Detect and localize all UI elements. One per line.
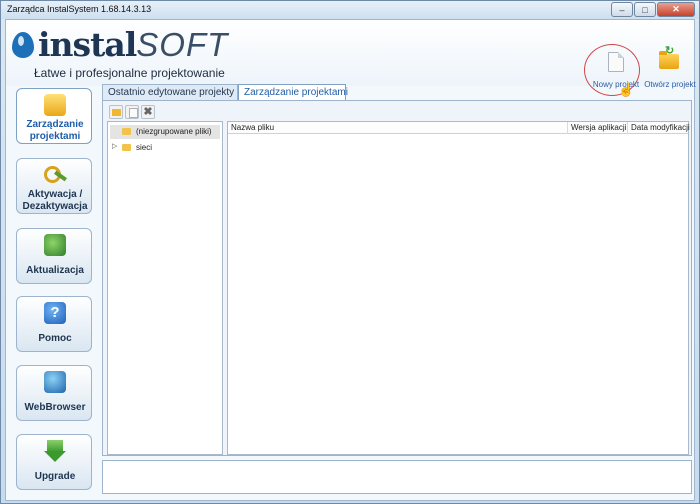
column-header-modified-date[interactable]: Data modyfikacji [628, 122, 690, 134]
tree-item-label: sieci [136, 143, 153, 152]
tree-toolbar: ✖ [109, 105, 157, 119]
folder-tree[interactable]: (niezgrupowane pliki) ▷ sieci [107, 121, 223, 455]
maximize-button[interactable]: □ [634, 2, 656, 17]
folder-icon [122, 128, 131, 135]
info-panel [102, 460, 692, 494]
tree-item-ungrouped[interactable]: (niezgrupowane pliki) [110, 125, 220, 139]
sidebar-item-label: Aktualizacja [26, 265, 84, 276]
tree-item-label: (niezgrupowane pliki) [136, 127, 212, 136]
logo-instal-text: instal [38, 25, 137, 64]
open-project-label: Otwórz projekt [644, 80, 696, 89]
new-folder-icon[interactable] [109, 105, 123, 119]
key-icon [44, 164, 66, 186]
window-title: Zarządca InstalSystem 1.68.14.3.13 [7, 4, 152, 14]
water-drop-icon [12, 32, 34, 58]
new-document-icon [608, 52, 624, 72]
app-window: Zarządca InstalSystem 1.68.14.3.13 – □ ✕… [0, 0, 700, 504]
open-project-button[interactable]: Otwórz projekt [638, 44, 700, 92]
copy-icon[interactable] [125, 105, 139, 119]
sidebar-item-label: Zarządzanie [26, 119, 84, 130]
column-header-filename[interactable]: Nazwa pliku [228, 122, 568, 134]
sidebar-item-activation[interactable]: Aktywacja / Dezaktywacja [16, 158, 92, 214]
file-list[interactable]: Nazwa pliku Wersja aplikacji Data modyfi… [227, 121, 690, 455]
update-icon [44, 234, 66, 256]
minimize-button[interactable]: – [611, 2, 633, 17]
tree-item-sieci[interactable]: ▷ sieci [108, 141, 218, 155]
expand-arrow-icon[interactable]: ▷ [112, 142, 117, 150]
sidebar-item-label: Upgrade [34, 471, 76, 482]
project-management-panel: ✖ (niezgrupowane pliki) ▷ sieci Nazwa pl… [102, 100, 692, 456]
globe-icon [44, 371, 66, 393]
sidebar-item-label: Pomoc [38, 333, 72, 344]
file-list-header: Nazwa pliku Wersja aplikacji Data modyfi… [228, 122, 690, 134]
delete-icon[interactable]: ✖ [141, 105, 155, 119]
help-icon: ? [44, 302, 66, 324]
close-button[interactable]: ✕ [657, 2, 695, 17]
main-client-area: instalSOFT Łatwe i profesjonalne projekt… [5, 19, 696, 501]
folder-icon [122, 144, 131, 151]
open-folder-icon [659, 44, 679, 69]
window-controls: – □ ✕ [610, 2, 695, 17]
sidebar-item-upgrade[interactable]: Upgrade [16, 434, 92, 490]
logo-soft-text: SOFT [136, 26, 229, 63]
tab-project-management[interactable]: Zarządzanie projektami [238, 84, 348, 100]
tab-recent-projects[interactable]: Ostatnio edytowane projekty [102, 84, 238, 100]
sidebar-item-label: Dezaktywacja [22, 201, 88, 212]
upgrade-arrow-icon [44, 440, 66, 462]
logo-wordmark: instalSOFT [38, 26, 228, 64]
folder-icon [44, 94, 66, 116]
sidebar-item-label: WebBrowser [24, 402, 86, 413]
instalsoft-logo: instalSOFT [12, 24, 242, 66]
sidebar-item-webbrowser[interactable]: WebBrowser [16, 365, 92, 421]
sidebar-item-label: projektami [29, 131, 81, 142]
sidebar-item-project-management[interactable]: Zarządzanie projektami [16, 88, 92, 144]
column-header-app-version[interactable]: Wersja aplikacji [568, 122, 628, 134]
slogan: Łatwe i profesjonalne projektowanie [34, 66, 225, 80]
sidebar-item-label: Aktywacja / [27, 189, 83, 200]
sidebar-item-help[interactable]: ? Pomoc [16, 296, 92, 352]
sidebar-item-update[interactable]: Aktualizacja [16, 228, 92, 284]
title-bar: Zarządca InstalSystem 1.68.14.3.13 – □ ✕ [1, 1, 699, 19]
hand-cursor-icon: ☝ [618, 82, 635, 97]
